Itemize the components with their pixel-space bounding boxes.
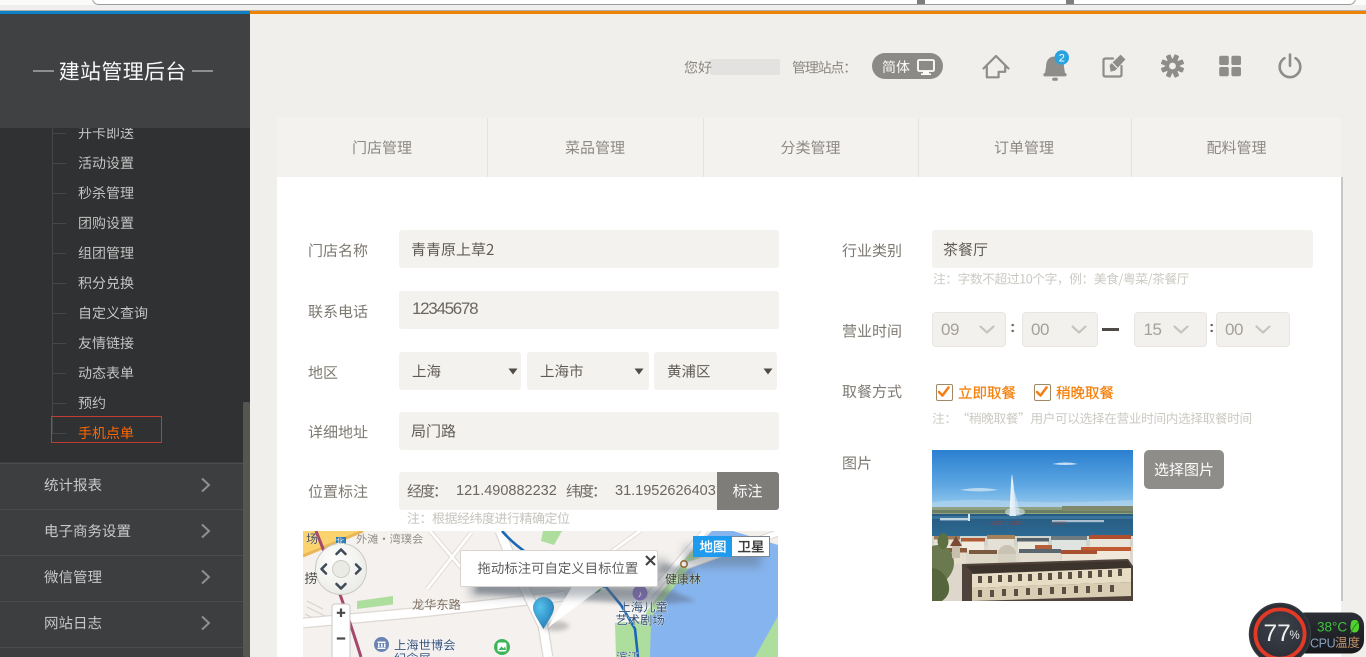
svg-text:2: 2 xyxy=(1059,52,1065,64)
svg-text:CPU: CPU xyxy=(1310,637,1336,651)
svg-text:38°C: 38°C xyxy=(1317,620,1347,635)
svg-text:%: % xyxy=(1290,630,1300,642)
svg-text:77: 77 xyxy=(1264,620,1291,647)
